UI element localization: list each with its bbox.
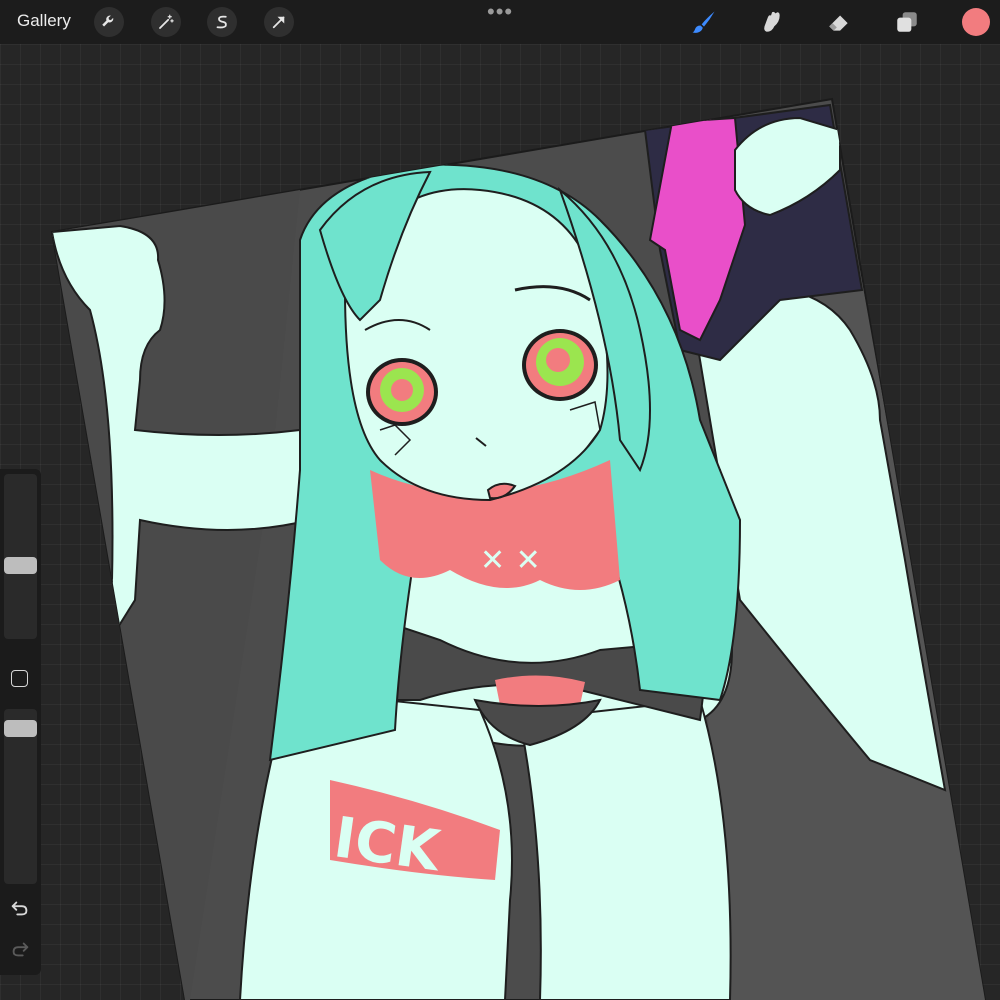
artwork-canvas[interactable]: ICK ✕ ✕ (0, 0, 1000, 1000)
wrench-icon (102, 15, 114, 27)
neck-tattoo-mark: ✕ ✕ (480, 543, 541, 578)
left-sidebar (0, 469, 41, 975)
gallery-button[interactable]: Gallery (17, 11, 71, 31)
brush-tool-button[interactable] (688, 6, 720, 38)
brush-icon (692, 11, 715, 33)
opacity-slider-thumb[interactable] (4, 719, 37, 737)
more-options-icon[interactable]: ••• (487, 1, 513, 23)
adjustments-button[interactable] (151, 7, 181, 37)
brush-size-slider-thumb[interactable] (4, 556, 37, 574)
smudge-icon (764, 11, 780, 32)
layers-button[interactable] (891, 6, 923, 38)
left-eye (366, 358, 438, 426)
selection-s-icon (216, 15, 227, 29)
color-picker-button[interactable] (962, 8, 990, 36)
layers-icon (897, 12, 917, 32)
eraser-tool-button[interactable] (823, 6, 855, 38)
transform-arrow-icon (272, 16, 285, 29)
actions-button[interactable] (94, 7, 124, 37)
magic-wand-icon (159, 14, 174, 29)
transform-button[interactable] (264, 7, 294, 37)
modify-button[interactable] (11, 670, 28, 687)
undo-icon[interactable] (9, 897, 31, 919)
top-toolbar: Gallery ••• (0, 0, 1000, 44)
right-leg (518, 698, 732, 1000)
eraser-icon (829, 15, 848, 31)
redo-icon[interactable] (9, 938, 31, 960)
selection-button[interactable] (207, 7, 237, 37)
smudge-tool-button[interactable] (755, 6, 787, 38)
right-eye (522, 329, 598, 401)
